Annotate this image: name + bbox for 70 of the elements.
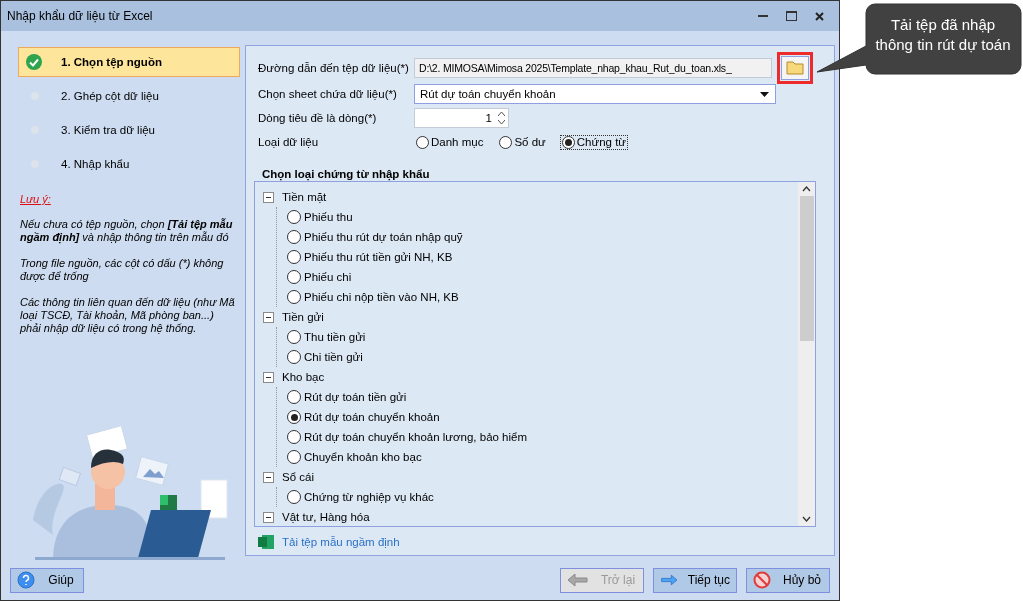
collapse-icon[interactable]: [263, 311, 274, 323]
note-text: Trong file nguồn, các cột có dấu (*) không được để trống: [20, 257, 225, 283]
window-title: Nhập khẩu dữ liệu từ Excel: [7, 9, 154, 23]
field-label: Dòng tiêu đề là dòng(*): [258, 112, 378, 124]
note-title: Lưu ý:: [20, 193, 52, 205]
radio-button[interactable]: [287, 330, 301, 344]
radio-button[interactable]: [287, 390, 301, 404]
radio-button[interactable]: [287, 230, 301, 244]
group-title: Chọn loại chứng từ nhập khẩu: [262, 168, 430, 180]
tree-group: Tiền gửi: [282, 311, 324, 323]
template-download-link[interactable]: Tải tệp mẫu ngầm định: [282, 536, 400, 548]
wizard-step[interactable]: 2. Ghép cột dữ liệu: [18, 81, 240, 111]
scrollbar[interactable]: [798, 182, 815, 526]
note-text: Các thông tin liên quan đến dữ liệu (như Mã loại TSCĐ, Tài khoản, Mã phòng ban...) phải nhập dữ liệu có trong hệ thống.: [20, 296, 236, 335]
tree-group: Sổ cái: [282, 471, 314, 483]
voucher-type-label[interactable]: Phiếu thu rút dự toán nhập quỹ: [304, 231, 463, 243]
voucher-type-label[interactable]: Chi tiền gửi: [304, 351, 363, 363]
next-button[interactable]: Tiếp tục: [653, 567, 737, 593]
field-label: Loại dữ liệu: [258, 136, 320, 148]
field-label: Đường dẫn đến tệp dữ liệu(*): [258, 62, 410, 74]
radio-button[interactable]: [287, 210, 301, 224]
sheet-dropdown[interactable]: Rút dự toán chuyển khoản: [414, 84, 776, 104]
wizard-step[interactable]: 3. Kiểm tra dữ liệu: [18, 115, 240, 145]
help-button[interactable]: Giúp: [10, 567, 84, 593]
radio-button[interactable]: [287, 410, 301, 424]
voucher-type-label[interactable]: Rút dự toán chuyển khoản lương, bảo hiểm: [304, 431, 528, 443]
right-arrow-icon: [660, 573, 678, 587]
voucher-type-label[interactable]: Rút dự toán chuyển khoản: [304, 411, 440, 423]
data-type-radio[interactable]: Chứng từ: [559, 134, 629, 150]
voucher-type-label[interactable]: Rút dự toán tiền gửi: [304, 391, 407, 403]
voucher-type-label[interactable]: Phiếu thu: [304, 211, 353, 223]
cancel-button[interactable]: Hủy bỏ: [746, 567, 830, 593]
radio-button[interactable]: [287, 290, 301, 304]
prohibited-icon: [753, 571, 771, 589]
voucher-type-label[interactable]: Chuyển khoản kho bạc: [304, 451, 422, 463]
voucher-type-label[interactable]: Phiếu chi nộp tiền vào NH, KB: [304, 291, 459, 303]
collapse-icon[interactable]: [263, 511, 274, 523]
radio-button[interactable]: [287, 450, 301, 464]
radio-button[interactable]: [287, 270, 301, 284]
collapse-icon[interactable]: [263, 191, 274, 203]
collapse-icon[interactable]: [263, 371, 274, 383]
tree-group: Kho bạc: [282, 371, 325, 383]
voucher-type-label[interactable]: Phiếu chi: [304, 271, 352, 283]
callout-text: thông tin rút dự toán: [874, 35, 1012, 55]
field-label: Chọn sheet chứa dữ liệu(*): [258, 88, 398, 100]
voucher-type-label[interactable]: Phiếu thu rút tiền gửi NH, KB: [304, 251, 453, 263]
left-arrow-icon: [567, 573, 589, 587]
header-row-spinner[interactable]: 1: [414, 108, 509, 128]
voucher-type-label[interactable]: Thu tiền gửi: [304, 331, 366, 343]
data-type-radio[interactable]: Số dư: [497, 134, 548, 150]
folder-icon: [786, 61, 804, 75]
spreadsheet-icon: [258, 535, 274, 549]
check-circle-icon: [25, 53, 43, 71]
tree-group: Tiền mặt: [282, 191, 327, 203]
callout-text: Tải tệp đã nhập: [889, 15, 997, 35]
radio-button[interactable]: [287, 490, 301, 504]
caret-icon: [760, 91, 769, 97]
tree-group: Vật tư, Hàng hóa: [282, 511, 370, 523]
help-icon: [17, 571, 35, 589]
radio-button[interactable]: [287, 350, 301, 364]
wizard-step[interactable]: 1. Chọn tệp nguồn: [18, 47, 240, 77]
collapse-icon[interactable]: [263, 471, 274, 483]
note-text: Nếu chưa có tệp nguồn, chọn [Tải tệp mẫu ngầm định] và nhập thông tin trên mẫu đó: [20, 218, 234, 244]
wizard-step[interactable]: 4. Nhập khẩu: [18, 149, 240, 179]
radio-button[interactable]: [287, 250, 301, 264]
radio-button[interactable]: [287, 430, 301, 444]
data-type-radio[interactable]: Danh mục: [414, 134, 486, 150]
spinner-arrows-icon: [498, 111, 505, 125]
file-path-field[interactable]: D:\2. MIMOSA\Mimosa 2025\Template_nhap_khau_Rut_du_toan.xls_: [414, 58, 772, 78]
voucher-type-label[interactable]: Chứng từ nghiệp vụ khác: [304, 491, 434, 503]
